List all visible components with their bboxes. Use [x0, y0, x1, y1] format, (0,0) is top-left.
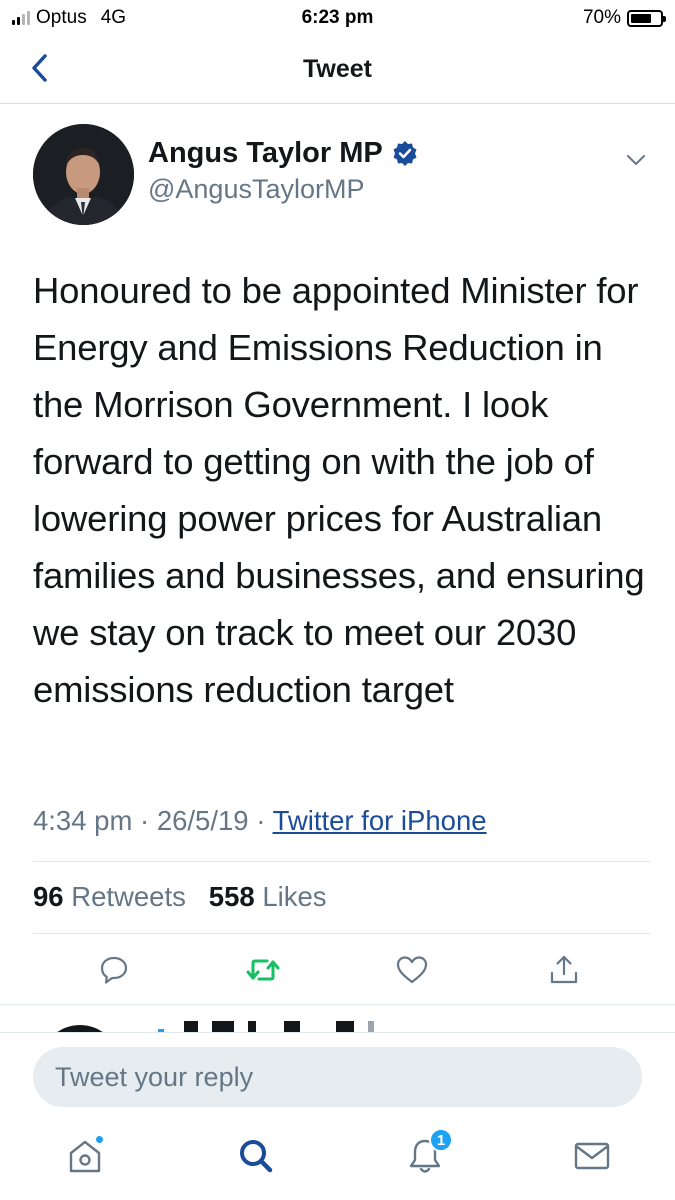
divider — [33, 933, 650, 934]
battery-percent: 70% — [582, 7, 621, 28]
reply-button[interactable] — [94, 950, 134, 990]
tweet-time: 4:34 pm — [33, 805, 133, 836]
page-title: Tweet — [303, 55, 372, 83]
likes-count: 558 — [208, 881, 255, 912]
mail-icon — [574, 1142, 610, 1170]
likes-label: Likes — [262, 881, 327, 912]
next-reply-partial[interactable] — [0, 1005, 675, 1033]
reply-icon — [100, 956, 128, 984]
chevron-down-icon — [627, 155, 645, 165]
tweet-options-button[interactable] — [620, 144, 652, 176]
notifications-badge: 1 — [429, 1128, 453, 1152]
status-time: 6:23 pm — [301, 7, 374, 28]
tab-bar: 1 — [0, 1110, 675, 1200]
tab-notifications[interactable]: 1 — [403, 1128, 453, 1178]
tweet-meta: 4:34 pm · 26/5/19 · Twitter for iPhone — [33, 805, 487, 837]
tweet-source-link[interactable]: Twitter for iPhone — [273, 805, 487, 836]
tweet-text: Honoured to be appointed Minister for En… — [33, 270, 645, 710]
tab-home[interactable] — [63, 1134, 107, 1178]
author-name[interactable]: Angus Taylor MP — [148, 137, 383, 170]
divider — [33, 861, 650, 862]
status-right: 70% — [582, 7, 666, 29]
like-button[interactable] — [392, 950, 432, 990]
nav-header: Tweet — [0, 36, 675, 104]
author-avatar[interactable] — [33, 124, 134, 225]
share-button[interactable] — [544, 950, 584, 990]
search-icon — [240, 1140, 273, 1173]
author-name-row: Angus Taylor MP — [148, 137, 419, 170]
retweets-label: Retweets — [71, 881, 186, 912]
verified-badge-icon — [393, 140, 417, 166]
tweet-stats: 96 Retweets 558 Likes — [33, 881, 327, 913]
meta-separator: · — [256, 805, 266, 836]
battery-icon — [627, 9, 666, 27]
meta-separator: · — [140, 805, 150, 836]
tweet-date: 26/5/19 — [156, 805, 249, 836]
reply-bar: Tweet your reply — [0, 1032, 675, 1110]
heart-icon — [396, 956, 428, 984]
retweets-count: 96 — [33, 881, 64, 912]
share-icon — [550, 955, 578, 984]
retweet-icon — [246, 959, 280, 981]
likes-stat[interactable]: 558 Likes — [209, 881, 327, 912]
tweet-actions — [0, 945, 675, 995]
avatar-photo — [33, 124, 134, 225]
retweets-stat[interactable]: 96 Retweets — [33, 881, 186, 912]
retweet-button[interactable] — [243, 950, 283, 990]
home-new-dot — [94, 1134, 105, 1145]
tab-messages[interactable] — [570, 1134, 614, 1178]
author-handle[interactable]: @AngusTaylorMP — [148, 174, 365, 205]
tab-search[interactable] — [234, 1134, 278, 1178]
status-bar: Optus 4G 6:23 pm 70% — [0, 0, 675, 36]
reply-input[interactable]: Tweet your reply — [33, 1047, 642, 1107]
reply-header-cutoff — [150, 1019, 620, 1033]
